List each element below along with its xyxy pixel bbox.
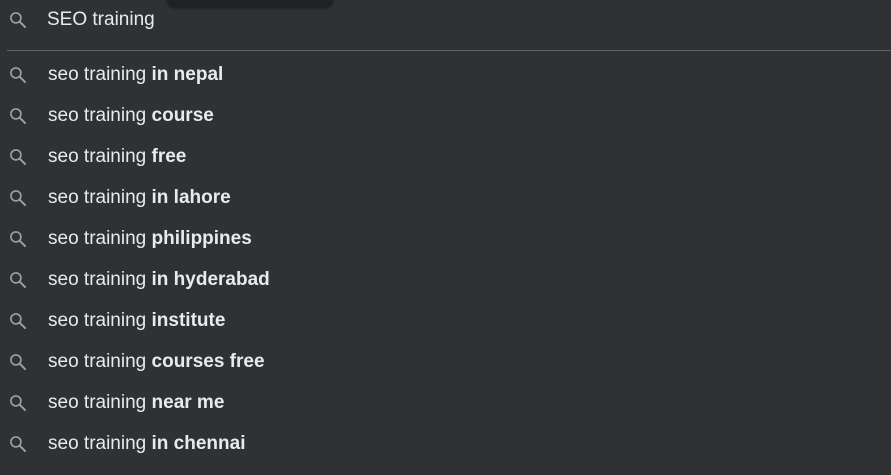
search-input[interactable] [47, 7, 807, 33]
search-icon [8, 147, 28, 167]
suggestion-prefix: seo training [48, 310, 152, 331]
suggestion-completion: in nepal [151, 64, 224, 85]
suggestion-completion: course [151, 105, 214, 126]
suggestion-prefix: seo training [48, 433, 152, 454]
suggestion-item[interactable]: seo training course [0, 95, 891, 136]
suggestion-text: seo training in nepal [48, 64, 223, 86]
search-icon [8, 65, 28, 85]
search-icon [8, 311, 28, 331]
suggestion-prefix: seo training [48, 146, 152, 167]
suggestion-completion: in hyderabad [151, 269, 270, 290]
search-autocomplete-panel: seo training in nepal seo training cours… [0, 0, 891, 475]
search-icon [8, 434, 28, 454]
suggestion-text: seo training in hyderabad [48, 269, 270, 291]
suggestion-text: seo training philippines [48, 228, 252, 250]
suggestion-text: seo training in chennai [48, 433, 245, 455]
suggestion-completion: institute [151, 310, 226, 331]
suggestion-item[interactable]: seo training near me [0, 382, 891, 423]
suggestion-item[interactable]: seo training philippines [0, 218, 891, 259]
suggestion-prefix: seo training [48, 351, 152, 372]
suggestion-prefix: seo training [48, 105, 152, 126]
suggestion-completion: in chennai [151, 433, 246, 454]
suggestion-text: seo training near me [48, 392, 224, 414]
suggestion-completion: courses free [151, 351, 265, 372]
search-box [0, 0, 891, 42]
suggestion-text: seo training in lahore [48, 187, 231, 209]
search-icon [8, 106, 28, 126]
search-icon [8, 229, 28, 249]
search-icon [8, 393, 28, 413]
suggestion-prefix: seo training [48, 64, 152, 85]
divider [7, 50, 891, 51]
search-icon [8, 188, 28, 208]
suggestion-item[interactable]: seo training in lahore [0, 177, 891, 218]
suggestion-text: seo training courses free [48, 351, 265, 373]
suggestion-text: seo training course [48, 105, 214, 127]
suggestion-text: seo training free [48, 146, 186, 168]
suggestion-item[interactable]: seo training in nepal [0, 54, 891, 95]
search-icon [8, 10, 28, 30]
suggestion-prefix: seo training [48, 392, 152, 413]
suggestion-text: seo training institute [48, 310, 225, 332]
suggestion-prefix: seo training [48, 269, 152, 290]
search-icon [8, 352, 28, 372]
suggestion-item[interactable]: seo training in chennai [0, 423, 891, 464]
suggestion-prefix: seo training [48, 187, 152, 208]
suggestion-prefix: seo training [48, 228, 152, 249]
suggestion-list: seo training in nepal seo training cours… [0, 54, 891, 464]
suggestion-item[interactable]: seo training in hyderabad [0, 259, 891, 300]
suggestion-item[interactable]: seo training institute [0, 300, 891, 341]
search-icon [8, 270, 28, 290]
suggestion-completion: near me [151, 392, 225, 413]
suggestion-item[interactable]: seo training courses free [0, 341, 891, 382]
suggestion-completion: free [151, 146, 187, 167]
suggestion-item[interactable]: seo training free [0, 136, 891, 177]
suggestion-completion: philippines [151, 228, 252, 249]
suggestion-completion: in lahore [151, 187, 231, 208]
